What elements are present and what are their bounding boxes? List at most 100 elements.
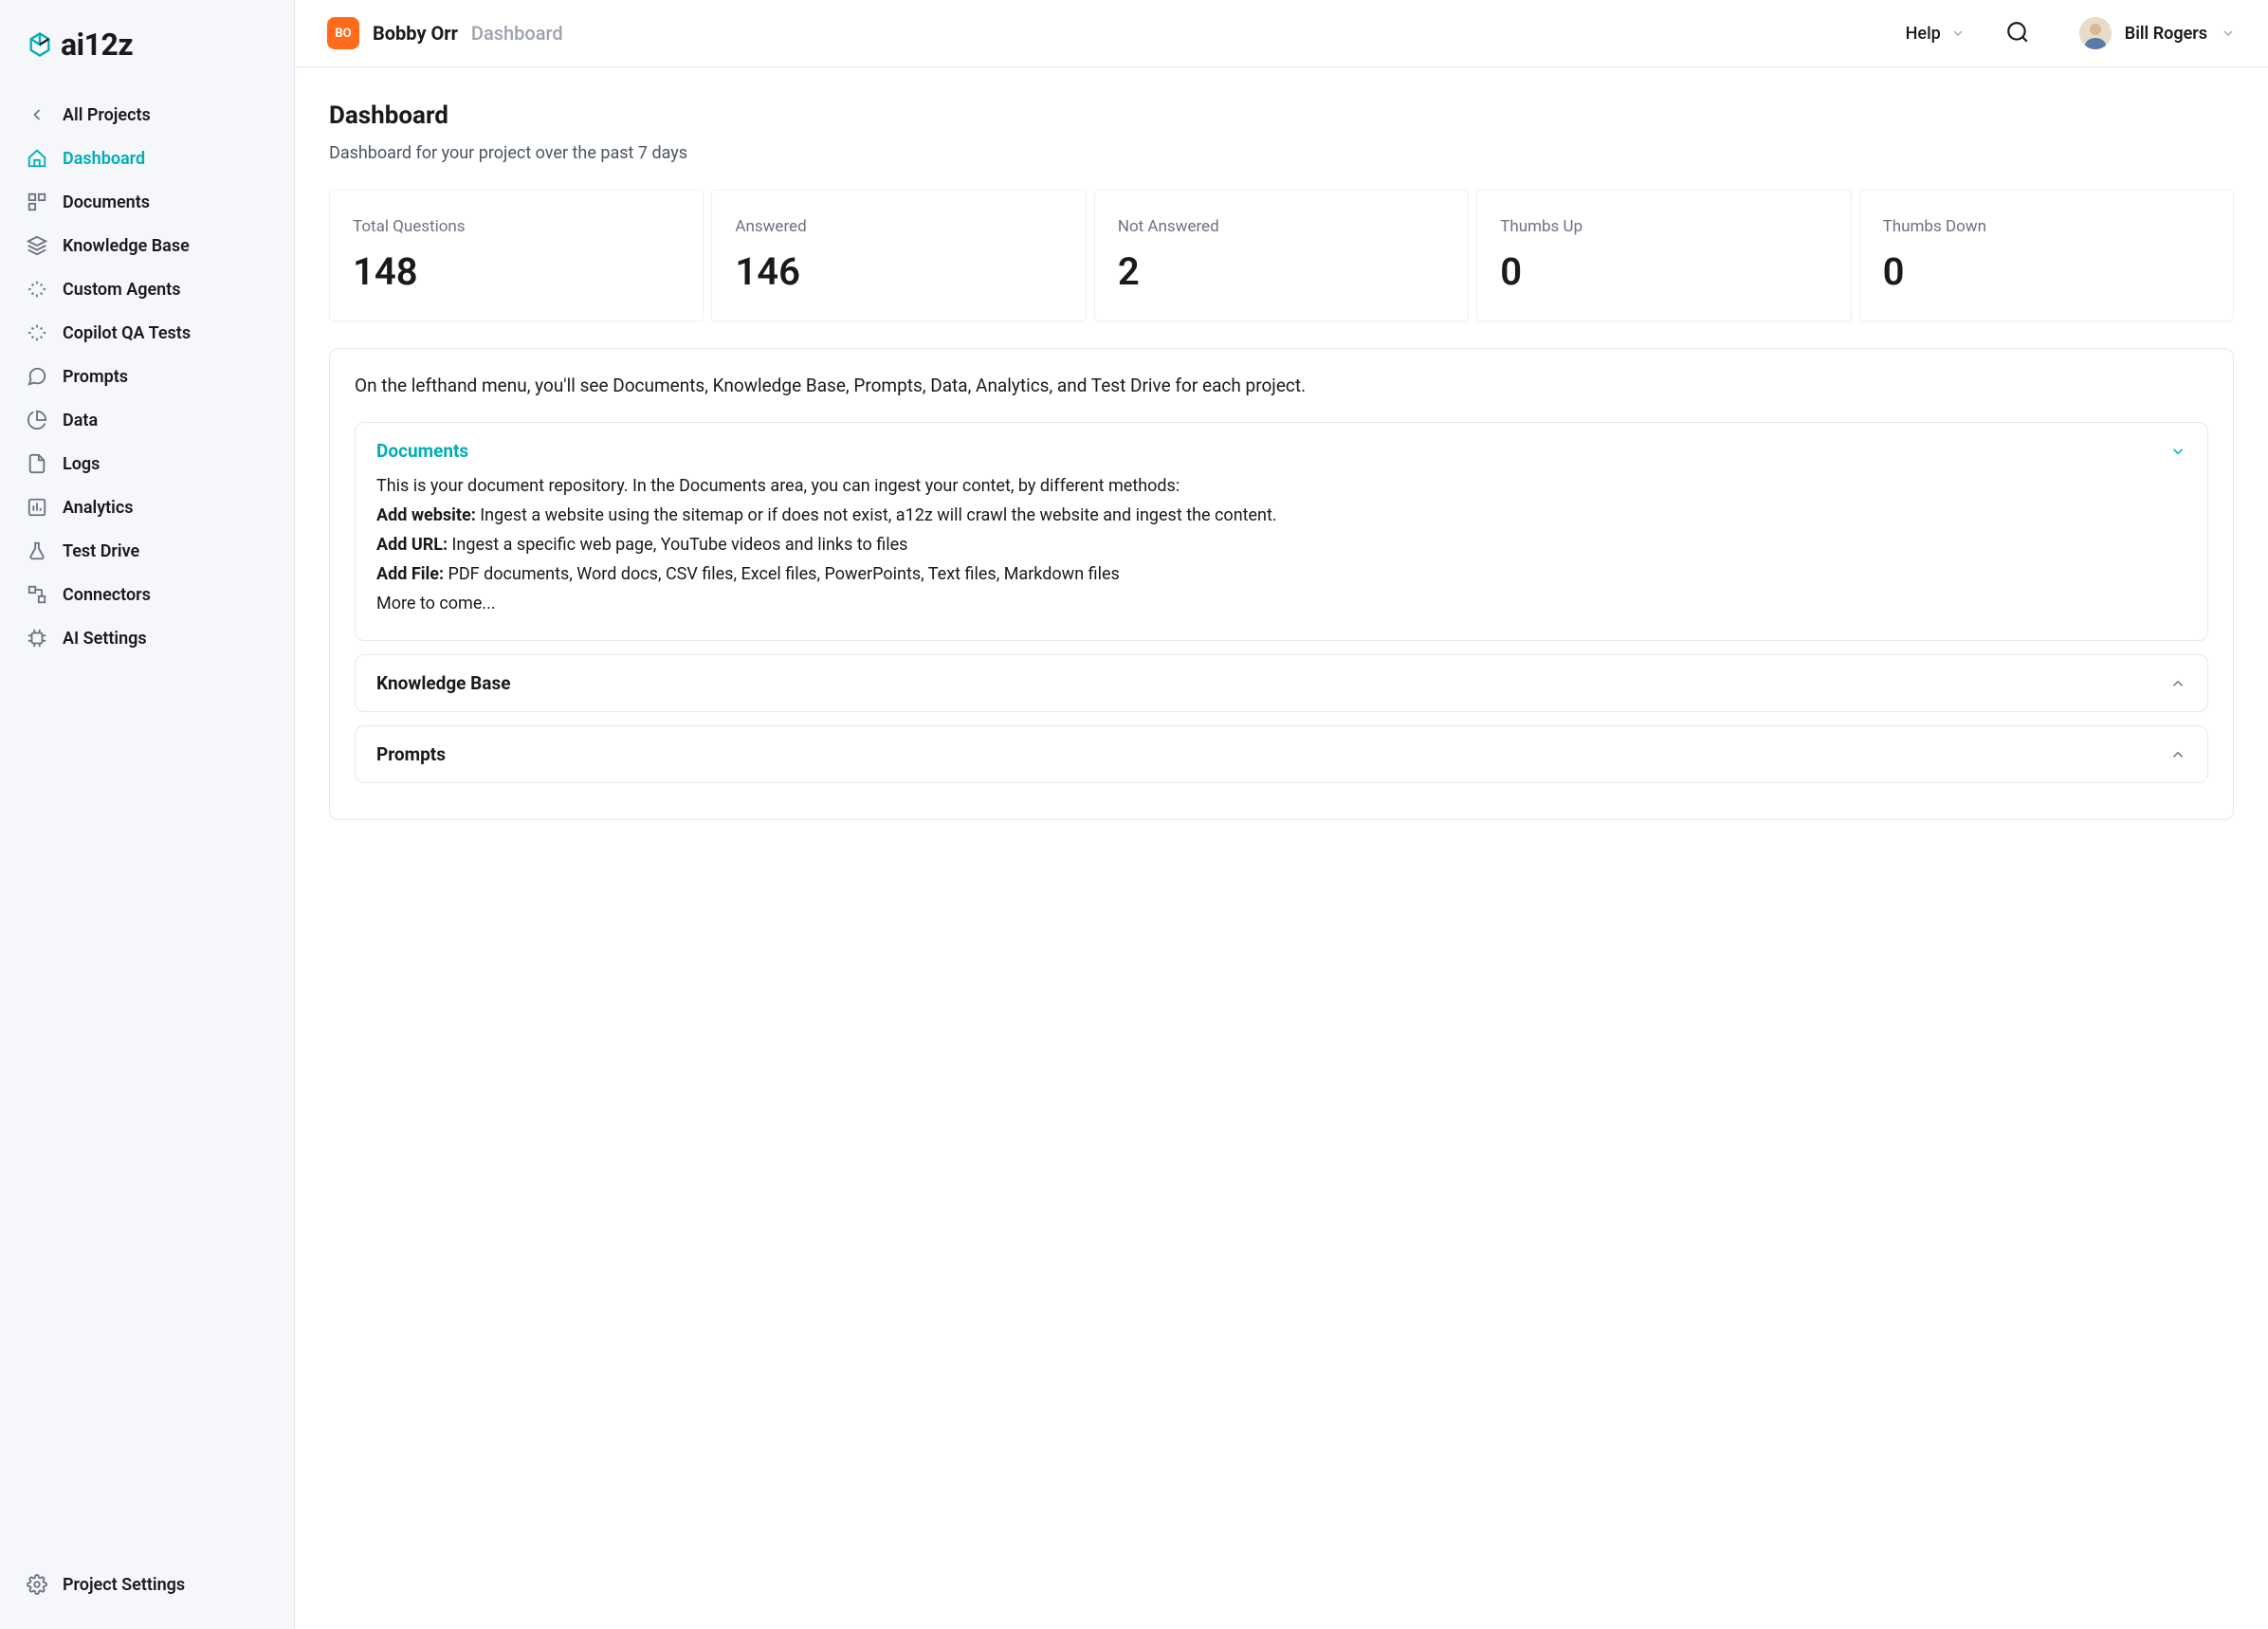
sidebar-item-label: Connectors <box>63 585 151 605</box>
sidebar-project-settings[interactable]: Project Settings <box>0 1563 294 1606</box>
sidebar-back-all-projects[interactable]: All Projects <box>0 93 294 137</box>
sidebar-item-custom-agents[interactable]: Custom Agents <box>0 267 294 311</box>
sidebar-item-ai-settings[interactable]: AI Settings <box>0 616 294 660</box>
page-title: Dashboard <box>329 101 2234 130</box>
stats-row: Total Questions 148 Answered 146 Not Ans… <box>329 190 2234 321</box>
sidebar-item-copilot-qa-tests[interactable]: Copilot QA Tests <box>0 311 294 355</box>
accordion-header-prompts[interactable]: Prompts <box>356 726 2207 782</box>
sidebar-item-label: Dashboard <box>63 149 145 169</box>
stat-value: 0 <box>1883 249 2210 294</box>
sidebar-item-label: Prompts <box>63 367 128 387</box>
stat-label: Total Questions <box>353 217 680 236</box>
documents-icon <box>27 192 47 212</box>
sidebar-item-label: Copilot QA Tests <box>63 323 191 343</box>
sidebar-item-analytics[interactable]: Analytics <box>0 485 294 529</box>
documents-add-website: Add website: Ingest a website using the … <box>376 503 2186 530</box>
help-dropdown[interactable]: Help <box>1906 24 1966 44</box>
info-intro: On the lefthand menu, you'll see Documen… <box>355 372 2208 399</box>
sidebar-item-label: AI Settings <box>63 629 147 649</box>
sidebar-footer-label: Project Settings <box>63 1575 185 1595</box>
analytics-icon <box>27 497 47 518</box>
pie-chart-icon <box>27 410 47 430</box>
sidebar-nav: All Projects Dashboard Documents Knowled… <box>0 89 294 1563</box>
info-panel: On the lefthand menu, you'll see Documen… <box>329 348 2234 820</box>
sidebar-item-label: Logs <box>63 454 100 474</box>
stat-total-questions: Total Questions 148 <box>329 190 704 321</box>
chip-icon <box>27 628 47 649</box>
stat-label: Thumbs Up <box>1500 217 1827 236</box>
accordion-body-documents: This is your document repository. In the… <box>356 473 2207 640</box>
breadcrumb-current: Dashboard <box>471 22 563 45</box>
stat-thumbs-up: Thumbs Up 0 <box>1476 190 1851 321</box>
sidebar-item-data[interactable]: Data <box>0 398 294 442</box>
accordion-title: Documents <box>376 440 468 462</box>
project-initials: BO <box>335 27 351 41</box>
accordion-header-documents[interactable]: Documents <box>356 423 2207 473</box>
brand-name: ai12z <box>61 27 133 63</box>
accordion-prompts: Prompts <box>355 725 2208 783</box>
documents-add-file: Add File: PDF documents, Word docs, CSV … <box>376 561 2186 589</box>
sparkles-icon <box>27 279 47 300</box>
stat-value: 0 <box>1500 249 1827 294</box>
sparkles-icon <box>27 322 47 343</box>
search-button[interactable] <box>2005 20 2032 46</box>
chevron-down-icon <box>2169 443 2186 460</box>
stat-label: Thumbs Down <box>1883 217 2210 236</box>
documents-desc: This is your document repository. In the… <box>376 473 2186 501</box>
chat-icon <box>27 366 47 387</box>
avatar <box>2079 17 2112 49</box>
sidebar-item-dashboard[interactable]: Dashboard <box>0 137 294 180</box>
content: Dashboard Dashboard for your project ove… <box>295 67 2268 854</box>
sidebar: ai12z All Projects Dashboard Documents <box>0 0 294 1629</box>
sidebar-back-label: All Projects <box>63 105 151 125</box>
documents-add-url: Add URL: Ingest a specific web page, You… <box>376 532 2186 559</box>
sidebar-item-label: Analytics <box>63 498 134 518</box>
documents-more: More to come... <box>376 591 2186 618</box>
stat-answered: Answered 146 <box>711 190 1086 321</box>
chevron-down-icon <box>1950 26 1966 41</box>
sidebar-item-label: Test Drive <box>63 541 139 561</box>
chevron-up-icon <box>2169 675 2186 692</box>
page-subtitle: Dashboard for your project over the past… <box>329 143 2234 163</box>
project-badge[interactable]: BO <box>327 17 359 49</box>
stat-not-answered: Not Answered 2 <box>1094 190 1469 321</box>
sidebar-item-logs[interactable]: Logs <box>0 442 294 485</box>
accordion-title: Prompts <box>376 743 446 765</box>
help-label: Help <box>1906 24 1941 44</box>
stat-thumbs-down: Thumbs Down 0 <box>1859 190 2234 321</box>
main: BO Bobby Orr Dashboard Help Bill Rog <box>294 0 2268 1629</box>
sidebar-item-label: Custom Agents <box>63 280 181 300</box>
stat-label: Answered <box>735 217 1062 236</box>
user-menu[interactable]: Bill Rogers <box>2079 17 2236 49</box>
project-name[interactable]: Bobby Orr <box>373 22 458 45</box>
stat-value: 146 <box>735 249 1062 294</box>
accordion-knowledge-base: Knowledge Base <box>355 654 2208 712</box>
connectors-icon <box>27 584 47 605</box>
layers-icon <box>27 235 47 256</box>
sidebar-item-knowledge-base[interactable]: Knowledge Base <box>0 224 294 267</box>
sidebar-item-test-drive[interactable]: Test Drive <box>0 529 294 573</box>
accordion-title: Knowledge Base <box>376 672 510 694</box>
sidebar-item-prompts[interactable]: Prompts <box>0 355 294 398</box>
sidebar-item-documents[interactable]: Documents <box>0 180 294 224</box>
search-icon <box>2005 20 2032 45</box>
file-icon <box>27 453 47 474</box>
brand-logo[interactable]: ai12z <box>0 23 294 89</box>
gear-icon <box>27 1574 47 1595</box>
home-icon <box>27 148 47 169</box>
chevron-down-icon <box>2221 26 2236 41</box>
chevron-left-icon <box>27 104 47 125</box>
stat-value: 2 <box>1118 249 1445 294</box>
logo-mark-icon <box>27 31 53 58</box>
accordion-header-knowledge-base[interactable]: Knowledge Base <box>356 655 2207 711</box>
topbar: BO Bobby Orr Dashboard Help Bill Rog <box>295 0 2268 67</box>
chevron-up-icon <box>2169 746 2186 763</box>
sidebar-item-connectors[interactable]: Connectors <box>0 573 294 616</box>
stat-label: Not Answered <box>1118 217 1445 236</box>
accordion-documents: Documents This is your document reposito… <box>355 422 2208 641</box>
user-name: Bill Rogers <box>2125 24 2207 44</box>
stat-value: 148 <box>353 249 680 294</box>
sidebar-item-label: Knowledge Base <box>63 236 190 256</box>
sidebar-item-label: Documents <box>63 192 150 212</box>
sidebar-item-label: Data <box>63 411 98 430</box>
